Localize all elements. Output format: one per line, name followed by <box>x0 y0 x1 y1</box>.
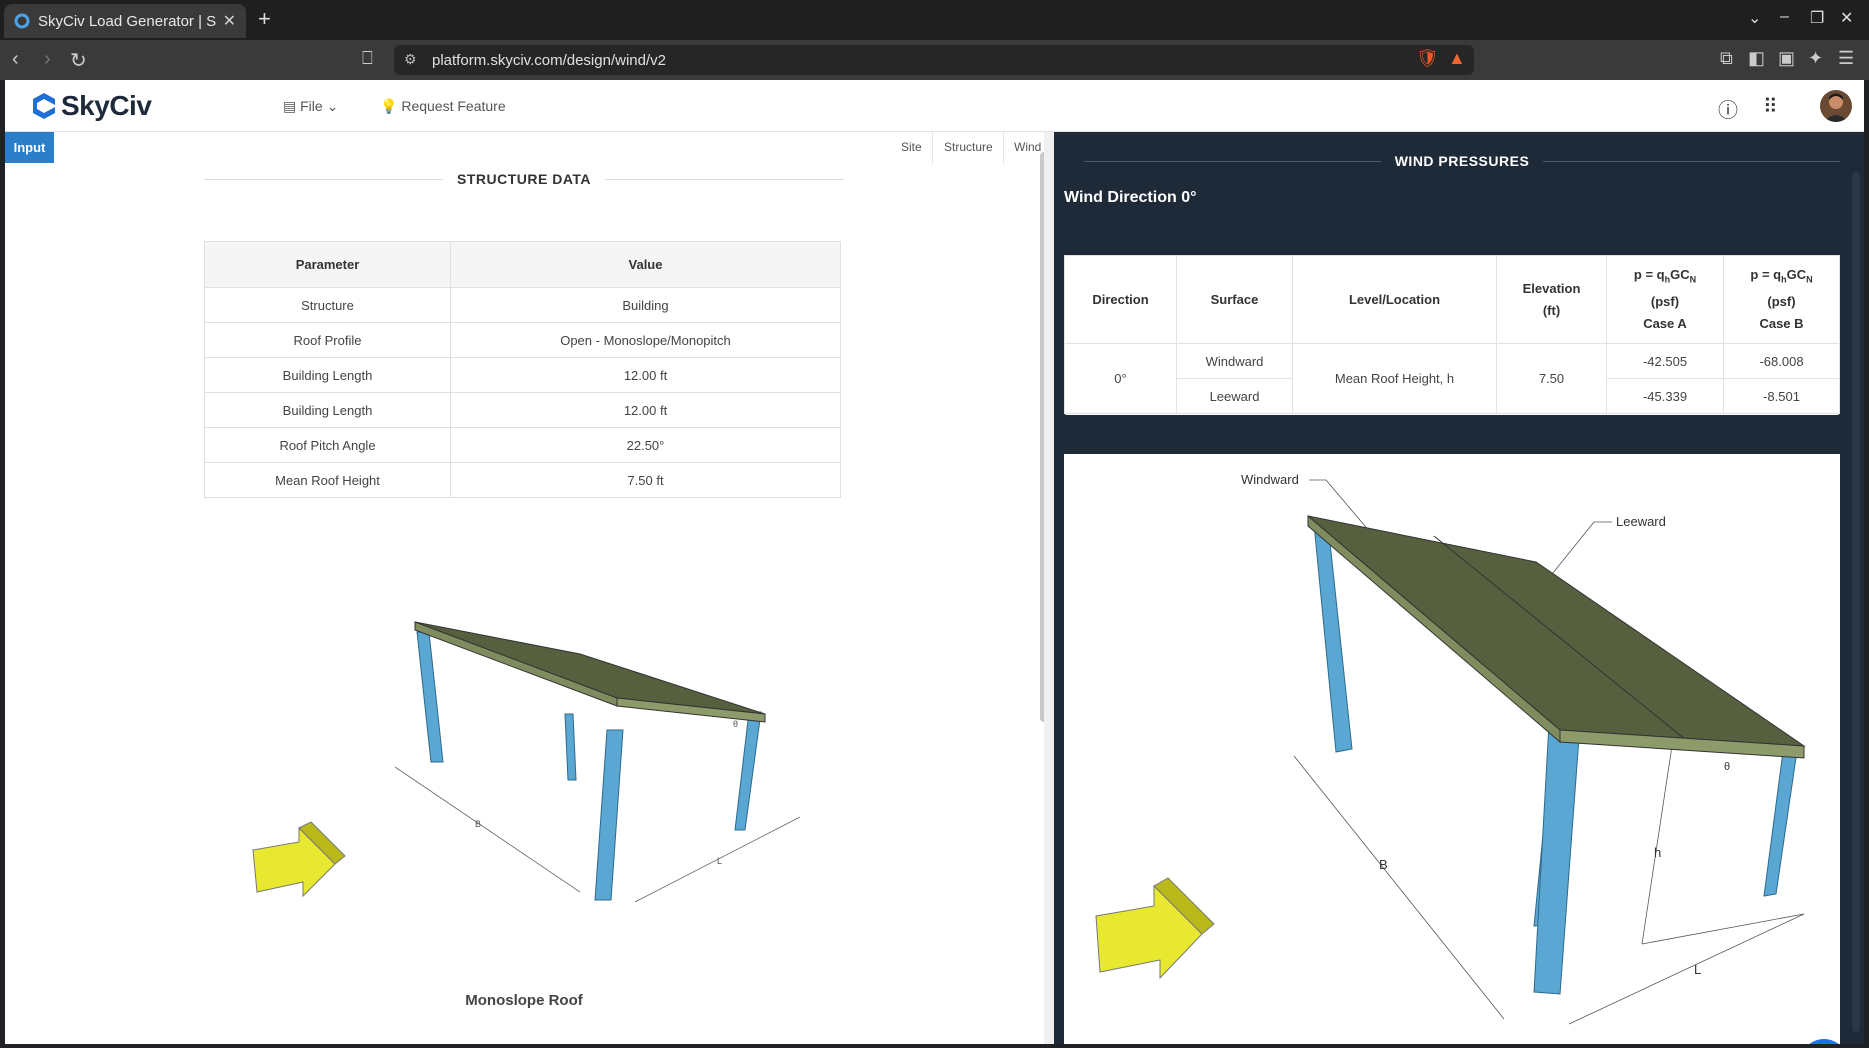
tab-wind[interactable]: Wind <box>1014 140 1041 154</box>
table-row: Roof Profile Open - Monoslope/Monopitch <box>204 322 841 358</box>
site-settings-icon[interactable]: ⚙ <box>404 51 417 68</box>
table-row: Building Length 12.00 ft <box>204 357 841 393</box>
chevron-down-icon: ⌄ <box>326 98 339 114</box>
request-feature-label: Request Feature <box>401 98 506 114</box>
table-header: Surface <box>1176 255 1293 344</box>
wind-pressure-figure: Windward Leeward B L h θ <box>1095 472 1806 1025</box>
angle-theta-label: θ <box>1724 761 1730 773</box>
skyciv-app: SkyCiv ▤ File ⌄ 💡 Request Feature ⓘ ⠿ In… <box>5 80 1864 1044</box>
structure-data-title: STRUCTURE DATA <box>204 164 844 194</box>
tab-site[interactable]: Site <box>901 140 922 154</box>
table-row: Roof Pitch Angle 22.50° <box>204 427 841 463</box>
browser-tab-bar: SkyCiv Load Generator | S ✕ + ⌄ – ❐ ✕ <box>0 0 1869 40</box>
structure-data-table: Parameter Value Structure Building Roof P… <box>204 241 841 498</box>
app-header: SkyCiv ▤ File ⌄ 💡 Request Feature ⓘ ⠿ <box>5 80 1864 132</box>
sidebar-icon[interactable]: ◧ <box>1748 48 1765 69</box>
file-menu[interactable]: ▤ File ⌄ <box>283 98 338 115</box>
url-text: platform.skyciv.com/design/wind/v2 <box>432 51 666 69</box>
reload-icon[interactable]: ↻ <box>70 48 87 73</box>
table-header: Parameter <box>204 241 451 288</box>
tab-separator <box>932 132 933 164</box>
forward-icon[interactable]: › <box>44 48 51 71</box>
wind-pressures-pane: WIND PRESSURES Wind Direction 0° Directi… <box>1054 132 1864 1044</box>
pane-divider[interactable] <box>1044 132 1054 1044</box>
file-menu-label: File <box>300 98 323 114</box>
tab-list-chevron-icon[interactable]: ⌄ <box>1748 8 1761 28</box>
logo-text: SkyCiv <box>61 90 152 121</box>
address-bar[interactable]: ⚙ platform.skyciv.com/design/wind/v2 <box>394 45 1474 75</box>
wind-pressures-title: WIND PRESSURES <box>1054 146 1864 176</box>
tab-title: SkyCiv Load Generator | S <box>38 12 217 30</box>
file-icon: ▤ <box>283 98 297 114</box>
tab-close-icon[interactable]: ✕ <box>223 11 236 31</box>
dimension-l-label: L <box>717 856 722 866</box>
request-feature-link[interactable]: 💡 Request Feature <box>380 98 506 115</box>
apps-grid-icon[interactable]: ⠿ <box>1763 94 1778 119</box>
bookmark-icon[interactable]: ⎕ <box>362 48 373 69</box>
extensions-icon[interactable]: ⧉ <box>1720 48 1733 69</box>
skyciv-logo[interactable]: SkyCiv <box>31 90 152 122</box>
leeward-label: Leeward <box>1616 514 1666 529</box>
lightbulb-icon: 💡 <box>380 98 398 114</box>
help-icon[interactable]: ⓘ <box>1718 94 1738 123</box>
dimension-b-label: B <box>475 819 481 829</box>
table-row: Structure Building <box>204 287 841 323</box>
input-pane: Input Site Structure Wind STRUCTURE DATA… <box>5 132 1048 1044</box>
new-tab-button[interactable]: + <box>258 6 271 32</box>
monoslope-roof-figure: B L θ <box>252 621 801 903</box>
input-tab[interactable]: Input <box>5 132 54 163</box>
dimension-l-label: L <box>1694 962 1701 977</box>
wind-pressures-table-card: Direction Surface Level/Location Elevati… <box>1064 255 1840 415</box>
table-header: p = qhGCN (psf) Case A <box>1606 255 1724 344</box>
table-header: Direction <box>1064 255 1177 344</box>
table-header: Level/Location <box>1292 255 1497 344</box>
tab-structure[interactable]: Structure <box>944 140 993 154</box>
minimize-icon[interactable]: – <box>1780 8 1789 26</box>
browser-tab[interactable]: SkyCiv Load Generator | S ✕ <box>4 4 246 38</box>
table-row: 0° Windward Mean Roof Height, h 7.50 -42… <box>1064 343 1840 414</box>
table-row: Building Length 12.00 ft <box>204 392 841 428</box>
windward-label: Windward <box>1241 472 1299 487</box>
wallet-icon[interactable]: ▣ <box>1778 48 1795 69</box>
wind-pressure-figure-card: Windward Leeward B L h θ <box>1064 454 1840 1044</box>
figure-caption: Monoslope Roof <box>465 992 583 1009</box>
table-header: p = qhGCN (psf) Case B <box>1723 255 1840 344</box>
tab-separator <box>1003 132 1004 164</box>
back-icon[interactable]: ‹ <box>12 48 19 71</box>
brave-shields-icon[interactable]: 🛡 <box>1416 48 1439 69</box>
right-scrollbar[interactable] <box>1852 172 1860 1032</box>
maximize-icon[interactable]: ❐ <box>1810 8 1824 28</box>
wind-direction-heading: Wind Direction 0° <box>1064 189 1197 206</box>
table-header: Value <box>450 241 841 288</box>
dimension-b-label: B <box>1379 857 1388 872</box>
close-window-icon[interactable]: ✕ <box>1840 8 1853 28</box>
browser-menu-icon[interactable]: ☰ <box>1838 48 1854 69</box>
table-row: Mean Roof Height 7.50 ft <box>204 462 841 498</box>
skyciv-favicon-icon <box>14 13 30 29</box>
leo-ai-icon[interactable]: ✦ <box>1808 48 1823 69</box>
skyciv-logo-icon <box>33 93 55 119</box>
table-header: Elevation (ft) <box>1496 255 1607 344</box>
height-h-label: h <box>1654 845 1661 860</box>
angle-theta-label: θ <box>733 719 738 729</box>
brave-rewards-icon[interactable]: ▲ <box>1448 48 1466 69</box>
wind-pressures-table: Direction Surface Level/Location Elevati… <box>1064 255 1840 414</box>
avatar[interactable] <box>1820 90 1852 122</box>
